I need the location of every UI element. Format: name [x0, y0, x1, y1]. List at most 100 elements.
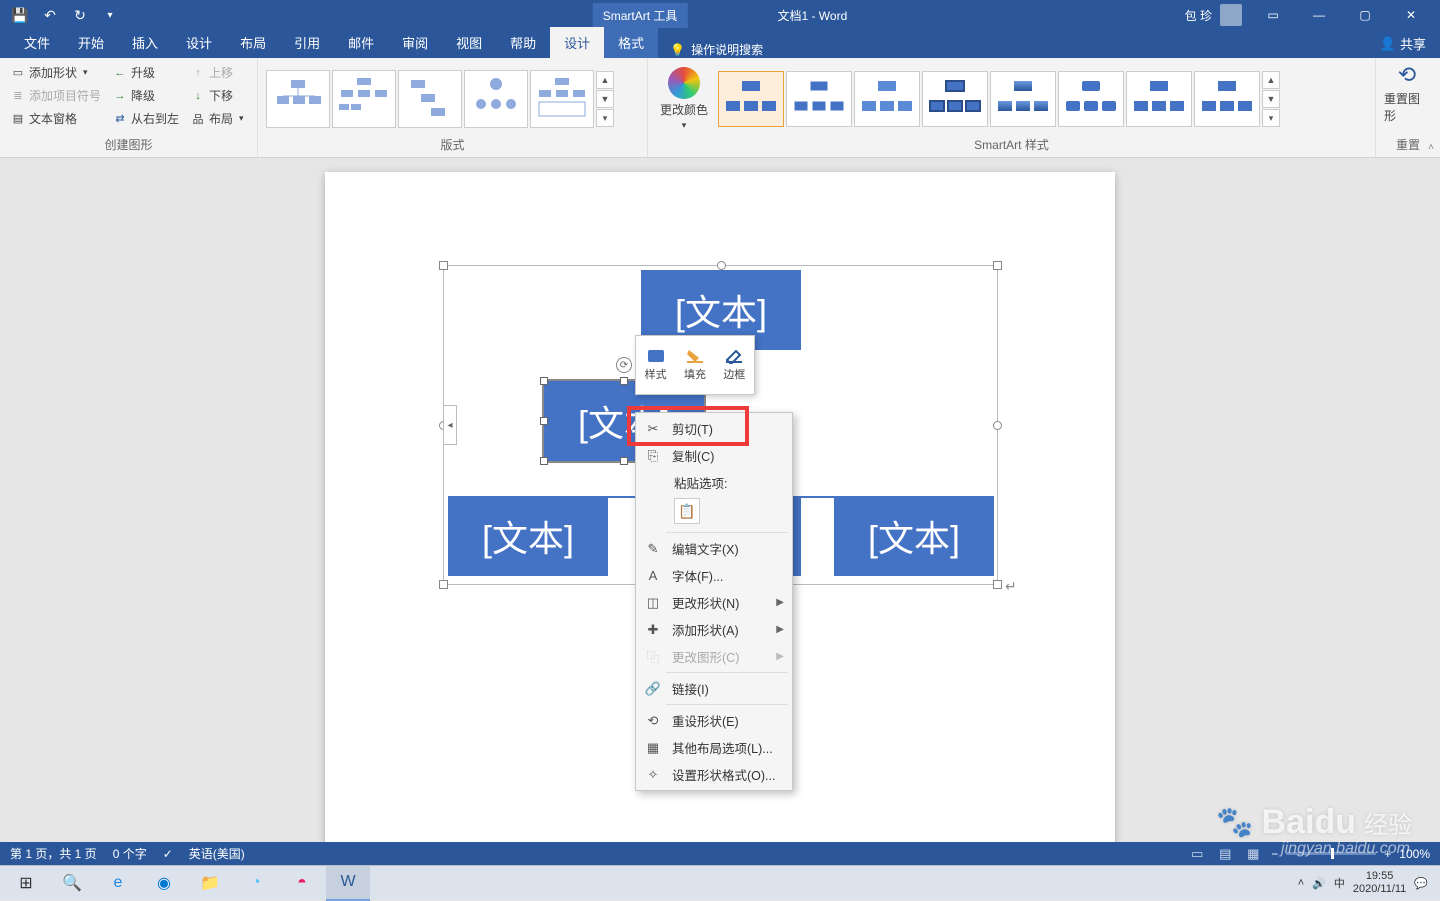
- zoom-level[interactable]: 100%: [1399, 847, 1430, 861]
- explorer-icon[interactable]: 📁: [188, 866, 232, 901]
- redo-icon[interactable]: ↻: [72, 7, 88, 23]
- style-thumb[interactable]: [786, 71, 852, 127]
- tab-smartart-format[interactable]: 格式: [604, 27, 658, 58]
- gallery-up-icon[interactable]: ▲: [596, 71, 614, 89]
- page-indicator[interactable]: 第 1 页，共 1 页: [10, 845, 97, 862]
- text-pane-toggle[interactable]: ◂: [443, 405, 457, 445]
- tab-view[interactable]: 视图: [442, 27, 496, 58]
- language-indicator[interactable]: 英语(美国): [189, 845, 245, 862]
- close-button[interactable]: ✕: [1388, 0, 1434, 30]
- tab-home[interactable]: 开始: [64, 27, 118, 58]
- menu-change-shape[interactable]: ◫更改形状(N)▶: [636, 589, 792, 616]
- qat-more-icon[interactable]: ▾: [102, 7, 118, 23]
- tab-mailings[interactable]: 邮件: [334, 27, 388, 58]
- volume-icon[interactable]: 🔊: [1312, 877, 1326, 890]
- mini-fill-button[interactable]: 填充: [675, 336, 714, 394]
- menu-add-shape[interactable]: ✚添加形状(A)▶: [636, 616, 792, 643]
- tab-references[interactable]: 引用: [280, 27, 334, 58]
- tab-layout[interactable]: 布局: [226, 27, 280, 58]
- style-thumb[interactable]: [1058, 71, 1124, 127]
- gallery-more-icon[interactable]: ▾: [596, 109, 614, 127]
- clock[interactable]: 19:55 2020/11/11: [1353, 870, 1406, 896]
- app-icon[interactable]: ◓: [280, 866, 324, 901]
- menu-edit-text[interactable]: ✎编辑文字(X): [636, 535, 792, 562]
- menu-copy[interactable]: ⎘复制(C): [636, 442, 792, 469]
- layout-button[interactable]: 品布局▾: [188, 108, 247, 129]
- resize-handle[interactable]: [439, 261, 448, 270]
- ribbon-options-icon[interactable]: ▭: [1250, 0, 1296, 30]
- layout-thumb[interactable]: [398, 70, 462, 128]
- resize-handle[interactable]: [540, 377, 548, 385]
- gallery-down-icon[interactable]: ▼: [596, 90, 614, 108]
- start-button[interactable]: ⊞: [4, 866, 48, 901]
- reset-graphic-button[interactable]: ⟲ 重置图形: [1384, 62, 1430, 124]
- edge-icon[interactable]: ◉: [142, 866, 186, 901]
- proofing-icon[interactable]: ✓: [163, 847, 173, 861]
- share-button[interactable]: 👤 共享: [1380, 34, 1426, 53]
- resize-handle[interactable]: [540, 457, 548, 465]
- menu-other-layout[interactable]: ▦其他布局选项(L)...: [636, 734, 792, 761]
- collapse-ribbon-icon[interactable]: ˄: [1428, 142, 1434, 153]
- zoom-out-button[interactable]: −: [1271, 847, 1278, 861]
- word-taskbar-icon[interactable]: W: [326, 866, 370, 901]
- add-shape-button[interactable]: ▭添加形状▾: [8, 62, 104, 83]
- demote-button[interactable]: →降级: [110, 85, 182, 106]
- minimize-button[interactable]: —: [1296, 0, 1342, 30]
- change-colors-button[interactable]: 更改颜色▾: [656, 62, 712, 136]
- tab-design[interactable]: 设计: [172, 27, 226, 58]
- tab-review[interactable]: 审阅: [388, 27, 442, 58]
- layout-thumb[interactable]: [332, 70, 396, 128]
- tell-me-search[interactable]: 💡 操作说明搜索: [658, 41, 775, 58]
- ime-indicator[interactable]: 中: [1334, 875, 1345, 891]
- menu-link[interactable]: 🔗链接(I): [636, 675, 792, 702]
- print-layout-icon[interactable]: ▤: [1215, 846, 1235, 862]
- tab-file[interactable]: 文件: [10, 27, 64, 58]
- search-button[interactable]: 🔍: [50, 866, 94, 901]
- smartart-node[interactable]: [文本]: [448, 496, 608, 576]
- ie-icon[interactable]: e: [96, 866, 140, 901]
- style-thumb[interactable]: [1194, 71, 1260, 127]
- gallery-up-icon[interactable]: ▲: [1262, 71, 1280, 89]
- notifications-icon[interactable]: 💬: [1414, 877, 1428, 890]
- tab-help[interactable]: 帮助: [496, 27, 550, 58]
- text-pane-button[interactable]: ▤文本窗格: [8, 108, 104, 129]
- resize-handle[interactable]: [717, 261, 726, 270]
- zoom-slider[interactable]: [1286, 852, 1376, 855]
- style-thumb[interactable]: [718, 71, 784, 127]
- gallery-down-icon[interactable]: ▼: [1262, 90, 1280, 108]
- layout-thumb[interactable]: [464, 70, 528, 128]
- menu-format-shape[interactable]: ✧设置形状格式(O)...: [636, 761, 792, 788]
- layout-thumb[interactable]: [266, 70, 330, 128]
- web-layout-icon[interactable]: ▦: [1243, 846, 1263, 862]
- save-icon[interactable]: 💾: [12, 7, 28, 23]
- move-down-button[interactable]: ↓下移: [188, 85, 247, 106]
- styles-gallery-scroll[interactable]: ▲ ▼ ▾: [1262, 71, 1280, 127]
- mini-outline-button[interactable]: 边框: [715, 336, 754, 394]
- browser-icon[interactable]: ◔: [234, 866, 278, 901]
- style-thumb[interactable]: [990, 71, 1056, 127]
- menu-reset-shape[interactable]: ⟲重设形状(E): [636, 707, 792, 734]
- resize-handle[interactable]: [620, 457, 628, 465]
- style-thumb[interactable]: [922, 71, 988, 127]
- tab-insert[interactable]: 插入: [118, 27, 172, 58]
- resize-handle[interactable]: [993, 421, 1002, 430]
- menu-cut[interactable]: ✂剪切(T): [636, 415, 792, 442]
- user-avatar[interactable]: [1220, 4, 1242, 26]
- read-mode-icon[interactable]: ▭: [1187, 846, 1207, 862]
- smartart-node[interactable]: [文本]: [834, 496, 994, 576]
- style-thumb[interactable]: [1126, 71, 1192, 127]
- promote-button[interactable]: ←升级: [110, 62, 182, 83]
- undo-icon[interactable]: ↶: [42, 7, 58, 23]
- gallery-more-icon[interactable]: ▾: [1262, 109, 1280, 127]
- resize-handle[interactable]: [993, 580, 1002, 589]
- resize-handle[interactable]: [439, 580, 448, 589]
- maximize-button[interactable]: ▢: [1342, 0, 1388, 30]
- style-thumb[interactable]: [854, 71, 920, 127]
- resize-handle[interactable]: [620, 377, 628, 385]
- layout-thumb[interactable]: [530, 70, 594, 128]
- rtl-button[interactable]: ⇄从右到左: [110, 108, 182, 129]
- tab-smartart-design[interactable]: 设计: [550, 27, 604, 58]
- menu-font[interactable]: A字体(F)...: [636, 562, 792, 589]
- layouts-gallery-scroll[interactable]: ▲ ▼ ▾: [596, 71, 614, 127]
- mini-style-button[interactable]: 样式: [636, 336, 675, 394]
